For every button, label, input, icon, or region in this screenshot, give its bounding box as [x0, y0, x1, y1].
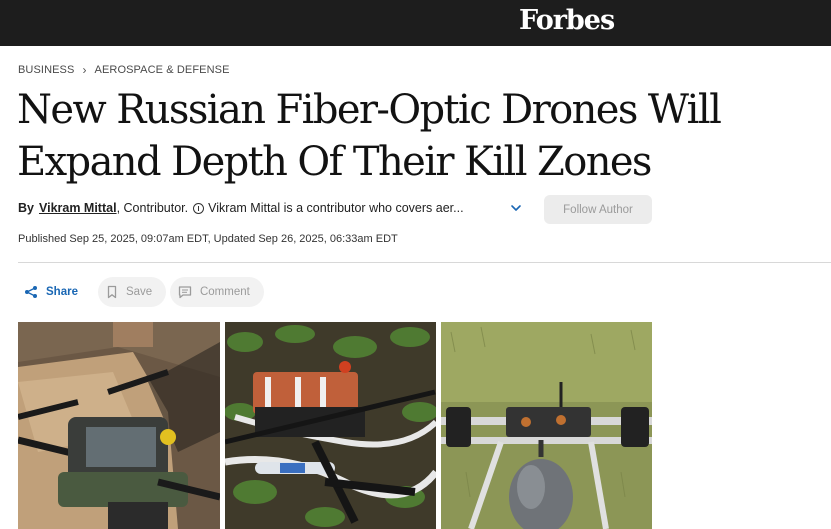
- share-icon: [25, 286, 37, 298]
- chevron-down-icon[interactable]: [509, 201, 523, 215]
- follow-author-button[interactable]: Follow Author: [544, 195, 652, 224]
- drone-photo-1: [18, 322, 220, 529]
- comment-label: Comment: [199, 286, 250, 298]
- author-link[interactable]: Vikram Mittal: [39, 201, 117, 215]
- breadcrumb: BUSINESS › AEROSPACE & DEFENSE: [18, 63, 230, 77]
- share-label: Share: [46, 286, 78, 298]
- article-headline: New Russian Fiber-Optic Drones Will Expa…: [17, 87, 722, 185]
- save-label: Save: [125, 286, 153, 298]
- breadcrumb-aerospace-defense[interactable]: AEROSPACE & DEFENSE: [95, 64, 230, 76]
- author-role: , Contributor.: [116, 201, 189, 215]
- save-button[interactable]: Save: [97, 277, 166, 307]
- author-bio: Vikram Mittal is a contributor who cover…: [208, 201, 464, 215]
- info-icon: [193, 202, 205, 214]
- chevron-right-icon: ›: [82, 63, 87, 77]
- top-navigation-bar: Forbes: [0, 0, 831, 46]
- bookmark-icon: [107, 285, 117, 299]
- byline-prefix: By: [18, 201, 34, 215]
- publish-date: Published Sep 25, 2025, 09:07am EDT, Upd…: [18, 233, 398, 245]
- divider: [18, 262, 831, 263]
- forbes-logo[interactable]: Forbes: [519, 4, 615, 38]
- comment-icon: [178, 286, 192, 299]
- share-button[interactable]: Share: [18, 277, 88, 307]
- drone-photo-3: [441, 322, 652, 529]
- breadcrumb-business[interactable]: BUSINESS: [18, 64, 74, 76]
- drone-photo-2: [225, 322, 436, 529]
- comment-button[interactable]: Comment: [169, 277, 264, 307]
- article-actions: Share Save Comment: [18, 277, 264, 307]
- byline: By Vikram Mittal , Contributor. Vikram M…: [18, 201, 464, 215]
